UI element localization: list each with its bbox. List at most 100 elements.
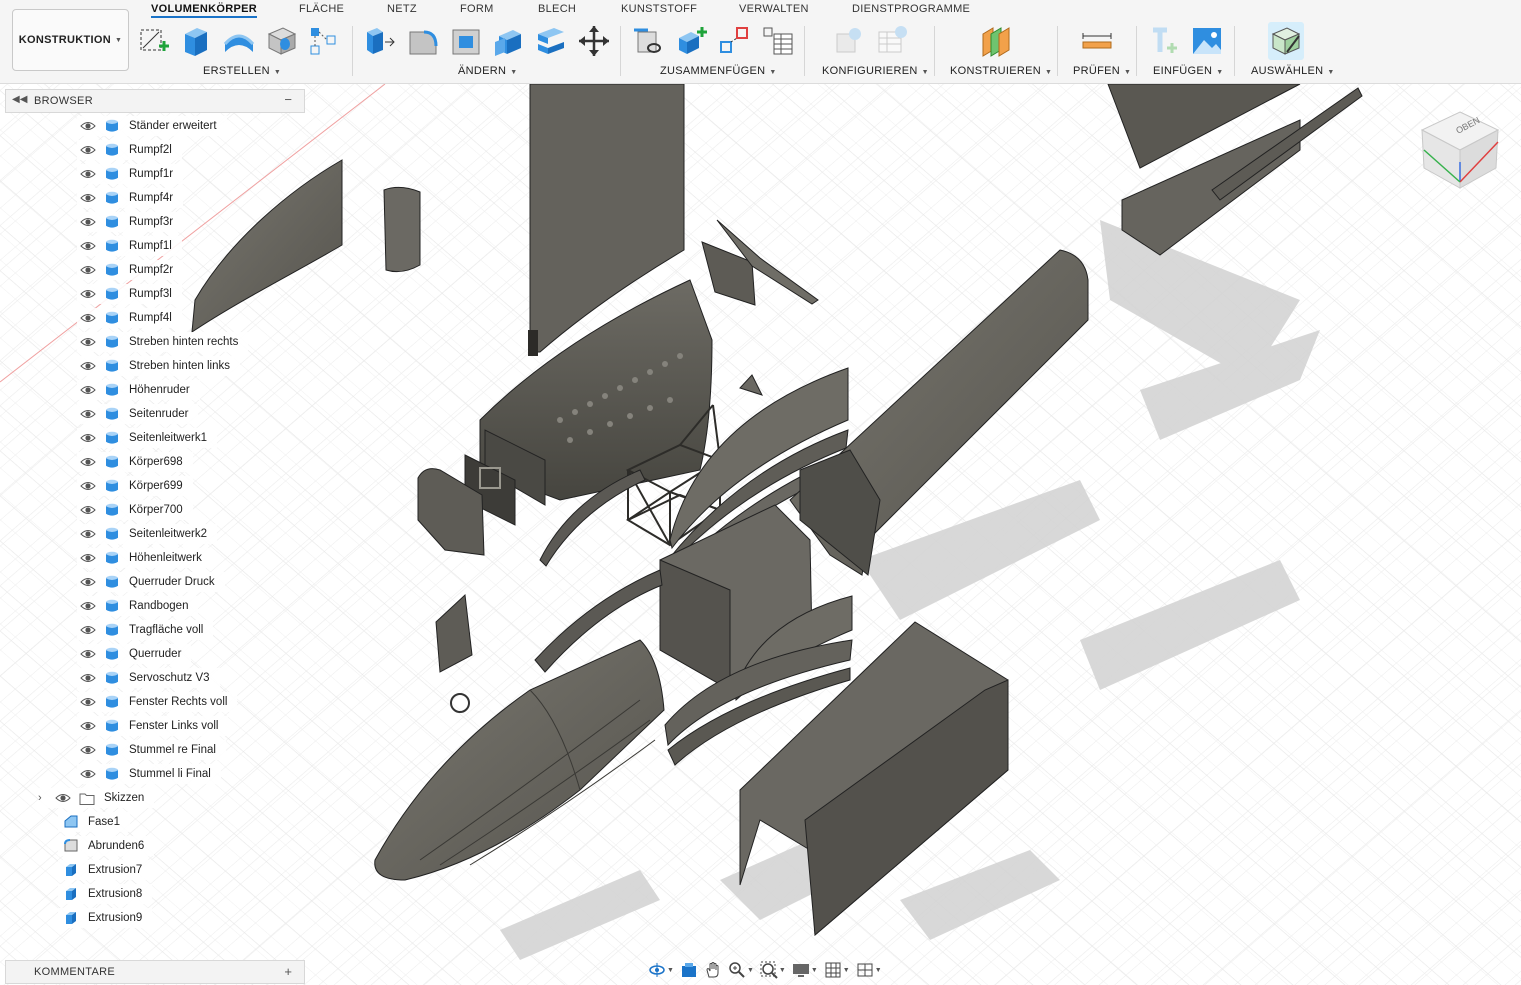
eye-icon[interactable] (77, 622, 99, 638)
browser-body-item[interactable]: Körper698 (77, 452, 193, 472)
browser-body-item[interactable]: Rumpf2l (77, 140, 182, 160)
browser-folder-skizzen[interactable]: › Skizzen (38, 788, 155, 808)
browser-body-item[interactable]: Randbogen (77, 596, 199, 616)
bill-of-materials-button[interactable] (759, 22, 795, 60)
eye-icon[interactable] (77, 166, 99, 182)
as-built-joint-button[interactable] (716, 22, 752, 60)
configure-table-button[interactable] (874, 22, 910, 60)
tab-kunststoff[interactable]: KUNSTSTOFF (621, 3, 697, 15)
eye-icon[interactable] (77, 718, 99, 734)
pan-button[interactable] (704, 960, 722, 980)
browser-body-item[interactable]: Rumpf1r (77, 164, 184, 184)
shell-button[interactable] (490, 22, 526, 60)
eye-icon[interactable] (77, 574, 99, 590)
fit-button[interactable]: ▼ (760, 960, 786, 980)
browser-body-item[interactable]: Seitenruder (77, 404, 199, 424)
eye-icon[interactable] (77, 358, 99, 374)
group-einfuegen[interactable]: EINFÜGEN ▼ (1153, 65, 1223, 77)
tab-verwalten[interactable]: VERWALTEN (739, 3, 809, 15)
split-body-button[interactable] (533, 22, 569, 60)
eye-icon[interactable] (77, 766, 99, 782)
eye-icon[interactable] (77, 598, 99, 614)
eye-icon[interactable] (77, 142, 99, 158)
eye-icon[interactable] (77, 214, 99, 230)
browser-body-item[interactable]: Rumpf3l (77, 284, 182, 304)
pattern-button[interactable] (306, 22, 342, 60)
group-pruefen[interactable]: PRÜFEN ▼ (1073, 65, 1131, 77)
browser-body-item[interactable]: Seitenleitwerk2 (77, 524, 217, 544)
add-comment-icon[interactable]: + (284, 964, 292, 979)
eye-icon[interactable] (77, 502, 99, 518)
browser-body-item[interactable]: Körper699 (77, 476, 193, 496)
eye-icon[interactable] (77, 382, 99, 398)
browser-body-item[interactable]: Querruder (77, 644, 192, 664)
extrude-button[interactable] (178, 22, 214, 60)
eye-icon[interactable] (77, 406, 99, 422)
eye-icon[interactable] (77, 430, 99, 446)
new-component-button[interactable] (631, 22, 667, 60)
browser-feature-item[interactable]: Abrunden6 (58, 836, 155, 856)
group-auswaehlen[interactable]: AUSWÄHLEN ▼ (1251, 65, 1335, 77)
eye-icon[interactable] (77, 694, 99, 710)
eye-icon[interactable] (77, 454, 99, 470)
browser-feature-item[interactable]: Extrusion7 (58, 860, 153, 880)
group-konstruieren[interactable]: KONSTRUIEREN ▼ (950, 65, 1052, 77)
measure-button[interactable] (1079, 22, 1115, 60)
eye-icon[interactable] (77, 478, 99, 494)
eye-icon[interactable] (77, 526, 99, 542)
browser-body-item[interactable]: Rumpf2r (77, 260, 184, 280)
eye-icon[interactable] (77, 262, 99, 278)
zoom-button[interactable]: ▼ (728, 960, 754, 980)
browser-body-item[interactable]: Ständer erweitert (77, 116, 227, 136)
browser-feature-item[interactable]: Extrusion9 (58, 908, 153, 928)
browser-body-item[interactable]: Rumpf1l (77, 236, 182, 256)
browser-body-item[interactable]: Streben hinten rechts (77, 332, 249, 352)
group-konfigurieren[interactable]: KONFIGURIEREN ▼ (822, 65, 929, 77)
eye-icon[interactable] (77, 118, 99, 134)
eye-icon[interactable] (77, 550, 99, 566)
browser-body-item[interactable]: Stummel re Final (77, 740, 226, 760)
eye-icon[interactable] (77, 670, 99, 686)
fillet-button[interactable] (405, 22, 441, 60)
browser-body-item[interactable]: Servoschutz V3 (77, 668, 220, 688)
tab-flaeche[interactable]: FLÄCHE (299, 3, 344, 15)
eye-icon[interactable] (52, 790, 74, 806)
browser-body-item[interactable]: Tragfläche voll (77, 620, 214, 640)
insert-derive-button[interactable] (1146, 22, 1182, 60)
browser-body-item[interactable]: Höhenleitwerk (77, 548, 212, 568)
browser-feature-item[interactable]: Fase1 (58, 812, 130, 832)
minimize-icon[interactable]: − (284, 92, 292, 107)
insert-canvas-button[interactable] (1189, 22, 1225, 60)
construct-plane-button[interactable] (978, 22, 1014, 60)
eye-icon[interactable] (77, 190, 99, 206)
tab-blech[interactable]: BLECH (538, 3, 576, 15)
tab-dienstprogramme[interactable]: DIENSTPROGRAMME (852, 3, 970, 15)
revolve-button[interactable] (221, 22, 257, 60)
browser-body-item[interactable]: Querruder Druck (77, 572, 225, 592)
browser-body-item[interactable]: Fenster Rechts voll (77, 692, 238, 712)
display-settings-button[interactable]: ▼ (792, 960, 818, 980)
workspace-switcher[interactable]: KONSTRUKTION ▼ (12, 9, 129, 71)
grid-settings-button[interactable]: ▼ (824, 960, 850, 980)
chamfer-button[interactable] (448, 22, 484, 60)
browser-body-item[interactable]: Stummel li Final (77, 764, 221, 784)
select-button[interactable] (1268, 22, 1304, 60)
eye-icon[interactable] (77, 646, 99, 662)
browser-body-item[interactable]: Seitenleitwerk1 (77, 428, 217, 448)
browser-body-item[interactable]: Rumpf4l (77, 308, 182, 328)
viewcube[interactable]: OBEN (1410, 102, 1510, 192)
create-sketch-button[interactable] (136, 22, 172, 60)
browser-body-item[interactable]: Rumpf3r (77, 212, 184, 232)
joint-button[interactable] (674, 22, 710, 60)
browser-body-item[interactable]: Körper700 (77, 500, 193, 520)
tab-form[interactable]: FORM (460, 3, 494, 15)
browser-body-item[interactable]: Rumpf4r (77, 188, 184, 208)
collapse-panel-icon[interactable]: ◀◀ (12, 94, 27, 105)
browser-body-item[interactable]: Streben hinten links (77, 356, 241, 376)
model-viewport[interactable] (0, 0, 1521, 985)
configure-parameters-button[interactable] (832, 22, 868, 60)
eye-icon[interactable] (77, 742, 99, 758)
eye-icon[interactable] (77, 238, 99, 254)
eye-icon[interactable] (77, 286, 99, 302)
eye-icon[interactable] (77, 334, 99, 350)
